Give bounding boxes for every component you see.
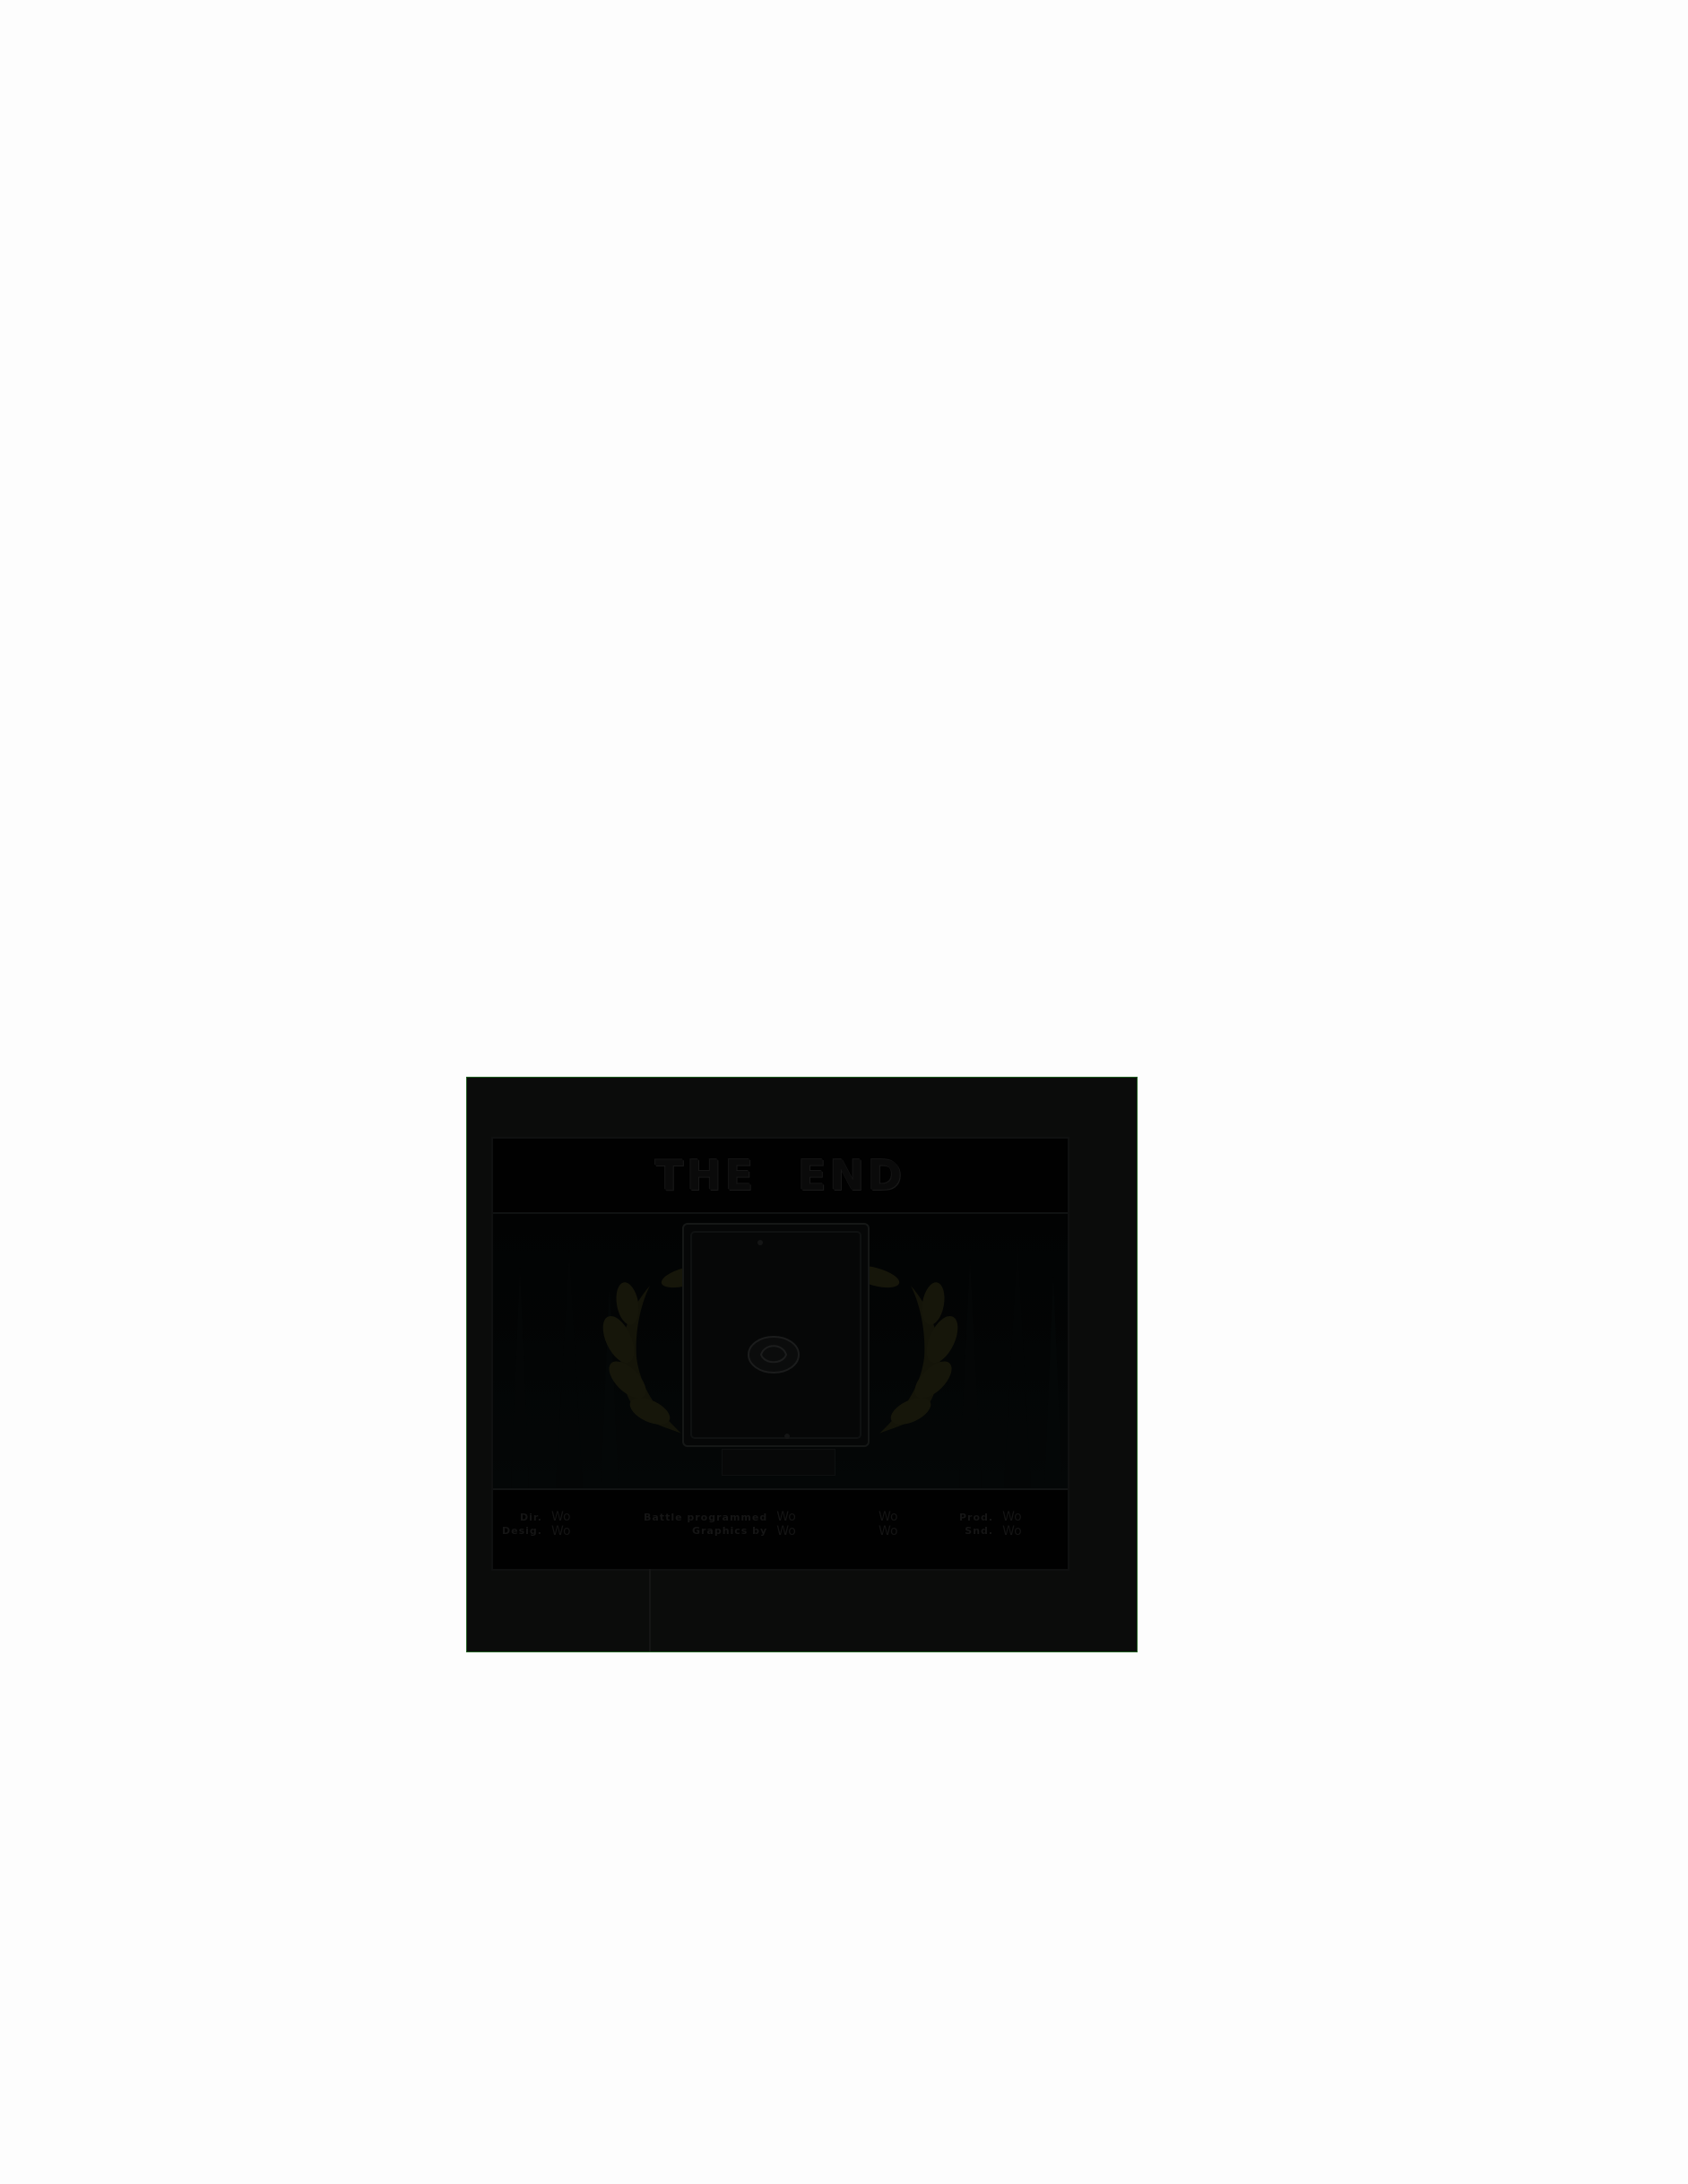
credit-role: Prod. Snd. [959, 1512, 994, 1537]
credits-section: Dir. Desig. Wo Wo Battle programmed Grap… [493, 1490, 1068, 1567]
credit-role: Dir. Desig. [502, 1512, 542, 1537]
divider-line [649, 1569, 651, 1651]
credit-name: Wo Wo [550, 1510, 571, 1538]
ending-scene [493, 1214, 1068, 1490]
credit-name: Wo Wo [1002, 1510, 1022, 1538]
ending-panel: THE END Dir. Desig. Wo Wo Battle program… [493, 1139, 1068, 1569]
credit-name: Wo Wo [879, 1510, 898, 1538]
trophy-frame [682, 1223, 870, 1447]
ending-title: THE END [654, 1151, 906, 1200]
trophy-plaque [722, 1449, 835, 1476]
page: THE END Dir. Desig. Wo Wo Battle program… [0, 0, 1688, 2184]
credit-entry: Prod. Snd. Wo Wo [959, 1510, 1022, 1538]
credit-entry: Battle programmed Graphics by Wo Wo [644, 1510, 796, 1538]
credit-entry: Dir. Desig. Wo Wo [502, 1510, 571, 1538]
credit-name: Wo Wo [776, 1510, 796, 1538]
trophy-emblem-icon [690, 1231, 861, 1439]
game-screen: THE END Dir. Desig. Wo Wo Battle program… [466, 1077, 1138, 1652]
credit-entry: Wo Wo [870, 1510, 898, 1538]
title-bar: THE END [493, 1139, 1068, 1214]
credit-role: Battle programmed Graphics by [644, 1512, 768, 1537]
